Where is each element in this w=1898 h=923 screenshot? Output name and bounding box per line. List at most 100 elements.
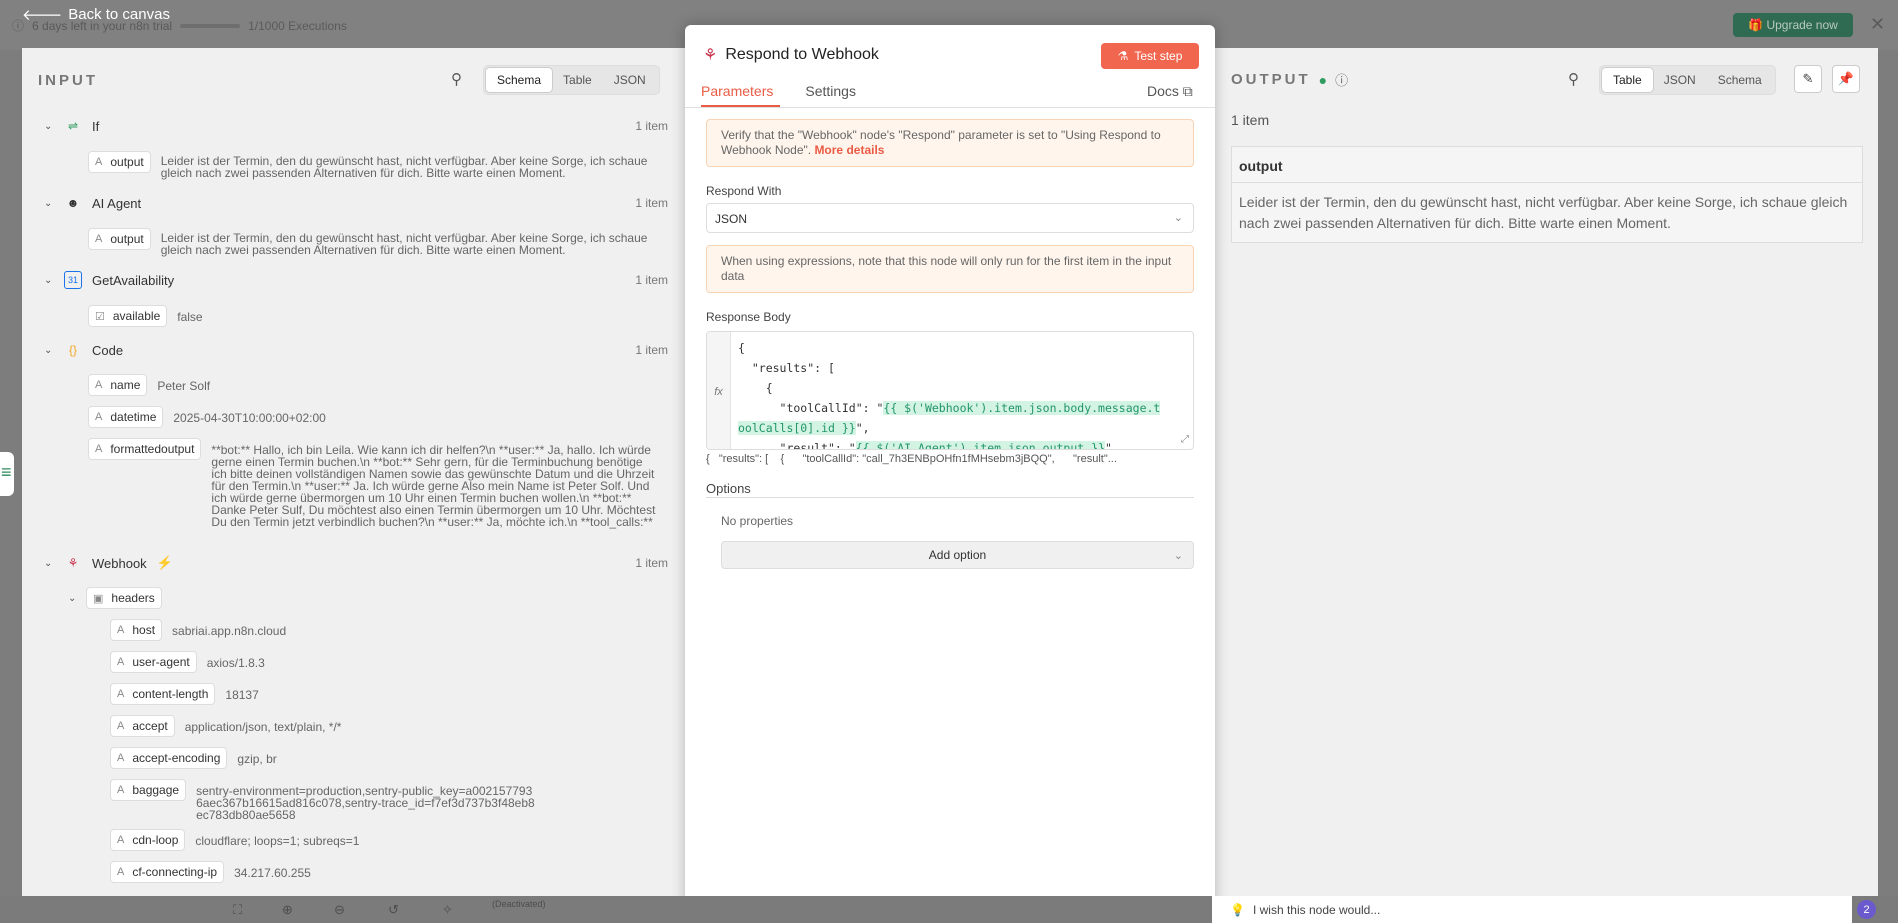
- close-icon[interactable]: ✕: [1870, 14, 1885, 35]
- webhook-icon: ⚘: [67, 556, 79, 570]
- field-pill[interactable]: Auser-agent: [110, 651, 197, 673]
- upgrade-button[interactable]: 🎁 Upgrade now: [1733, 13, 1853, 37]
- chevron-down-icon[interactable]: ⌄: [44, 121, 54, 132]
- node-title: ⚘ Respond to Webhook: [703, 46, 879, 64]
- arrow-left-icon: 🡐: [22, 7, 63, 24]
- options-label: Options: [706, 481, 751, 496]
- field-headers: ⌄ ▣ headers: [68, 587, 162, 609]
- node-getavailability[interactable]: ⌄ 31 GetAvailability 1 item: [44, 271, 668, 289]
- response-body-editor[interactable]: fx { "results": [ { "toolCallId": "{{ $(…: [706, 331, 1194, 450]
- param-tabs: Parameters Settings: [701, 83, 856, 99]
- node-if[interactable]: ⌄ ⇌ If 1 item: [44, 117, 668, 135]
- field-pill[interactable]: ▣ headers: [86, 587, 162, 609]
- field-pill[interactable]: Aoutput: [88, 228, 151, 250]
- field-available: ☑ available false: [88, 305, 203, 327]
- respond-with-select[interactable]: JSON ⌄: [706, 203, 1194, 233]
- chevron-down-icon[interactable]: ⌄: [68, 593, 78, 604]
- feedback-bar[interactable]: 💡 I wish this node would...: [1212, 896, 1852, 923]
- search-icon[interactable]: ⚲: [451, 70, 462, 88]
- docs-link[interactable]: Docs ⧉: [1147, 83, 1193, 100]
- fit-view-icon[interactable]: ⛶: [233, 902, 242, 918]
- tab-table[interactable]: Table: [552, 68, 603, 92]
- field-pill[interactable]: Aaccept-encoding: [110, 747, 228, 769]
- output-column-header: output: [1232, 147, 1862, 183]
- tab-json[interactable]: JSON: [1653, 68, 1707, 92]
- field-pill[interactable]: Aoutput: [88, 151, 151, 173]
- field-pill[interactable]: Aname: [88, 374, 148, 396]
- output-cell[interactable]: Leider ist der Termin, den du gewünscht …: [1232, 183, 1862, 242]
- checkbox-icon: ☑: [95, 310, 105, 323]
- node-ai-agent[interactable]: ⌄ ☻ AI Agent 1 item: [44, 194, 668, 212]
- field-pill[interactable]: Abaggage: [110, 779, 187, 801]
- zoom-in-icon[interactable]: ⊕: [282, 902, 293, 918]
- header-content-length: Acontent-length 18137: [110, 683, 259, 705]
- tab-settings[interactable]: Settings: [805, 83, 856, 99]
- output-header: OUTPUT ● ⓘ: [1231, 70, 1348, 89]
- executions-text: 1/1000 Executions: [248, 18, 347, 33]
- header-cf-connecting-ip: Acf-connecting-ip 34.217.60.255: [110, 861, 311, 883]
- header-accept-encoding: Aaccept-encoding gzip, br: [110, 747, 277, 769]
- notification-badge[interactable]: 2: [1857, 900, 1876, 919]
- node-code[interactable]: ⌄ {} Code 1 item: [44, 341, 668, 359]
- test-step-button[interactable]: ⚗ Test step: [1101, 43, 1199, 69]
- header-cdn-loop: Acdn-loop cloudflare; loops=1; subreqs=1: [110, 829, 359, 851]
- expression-preview: { "results": [ { "toolCallId": "call_7h3…: [706, 453, 1117, 465]
- zoom-out-icon[interactable]: ⊖: [334, 902, 345, 918]
- deactivated-label: (Deactivated): [492, 899, 546, 909]
- box-icon: ▣: [93, 592, 104, 605]
- expression-icon: fx: [707, 332, 731, 449]
- edit-icon[interactable]: ✎: [1794, 65, 1822, 93]
- respond-with-label: Respond With: [706, 184, 782, 198]
- field-pill[interactable]: Acf-connecting-ip: [110, 861, 225, 883]
- header-accept: Aaccept application/json, text/plain, */…: [110, 715, 341, 737]
- lightning-icon: ⚡: [156, 555, 173, 570]
- field-pill[interactable]: ☑ available: [88, 305, 168, 327]
- tab-table[interactable]: Table: [1602, 68, 1653, 92]
- chevron-down-icon: ⌄: [1173, 549, 1183, 562]
- field-pill[interactable]: Adatetime: [88, 406, 164, 428]
- pin-icon[interactable]: 📌: [1832, 65, 1860, 93]
- clean-icon[interactable]: ✧: [442, 902, 453, 918]
- expand-icon[interactable]: ⤢: [1181, 434, 1189, 445]
- respond-notice: Verify that the "Webhook" node's "Respon…: [706, 119, 1194, 167]
- code-icon: {}: [68, 343, 77, 357]
- more-details-link[interactable]: More details: [814, 143, 884, 157]
- tab-parameters[interactable]: Parameters: [701, 83, 773, 99]
- response-body-label: Response Body: [706, 310, 791, 324]
- canvas-node-edge: ≡: [0, 452, 14, 496]
- gift-icon: 🎁: [1748, 18, 1767, 32]
- field-pill[interactable]: Aaccept: [110, 715, 175, 737]
- field-pill[interactable]: Acdn-loop: [110, 829, 186, 851]
- external-link-icon: ⧉: [1182, 83, 1193, 99]
- field-pill[interactable]: Acontent-length: [110, 683, 216, 705]
- expressions-notice: When using expressions, note that this n…: [706, 245, 1194, 293]
- node-webhook[interactable]: ⌄ ⚘ Webhook ⚡ 1 item: [44, 554, 668, 572]
- options-divider: [706, 497, 1194, 498]
- chevron-down-icon[interactable]: ⌄: [44, 198, 54, 209]
- robot-icon: ☻: [66, 196, 80, 210]
- info-icon[interactable]: ⓘ: [1335, 70, 1348, 89]
- tab-schema[interactable]: Schema: [486, 68, 553, 92]
- active-tab-indicator: [701, 105, 780, 107]
- output-table: output Leider ist der Termin, den du gew…: [1231, 146, 1863, 243]
- tab-schema[interactable]: Schema: [1707, 68, 1773, 92]
- field-datetime: Adatetime 2025-04-30T10:00:00+02:00: [88, 406, 326, 428]
- input-view-tabs: Schema Table JSON: [483, 65, 660, 95]
- search-icon[interactable]: ⚲: [1568, 70, 1579, 88]
- executions-bar: [180, 23, 241, 28]
- header-baggage: Abaggage sentry-environment=production,s…: [110, 779, 550, 821]
- webhook-icon: ⚘: [703, 47, 718, 64]
- chevron-down-icon[interactable]: ⌄: [44, 345, 54, 356]
- field-pill[interactable]: Aformattedoutput: [88, 438, 202, 460]
- add-option-button[interactable]: Add option ⌄: [721, 541, 1194, 569]
- tab-json[interactable]: JSON: [603, 68, 657, 92]
- undo-icon[interactable]: ↺: [388, 902, 399, 918]
- field-pill[interactable]: Ahost: [110, 619, 163, 641]
- chevron-down-icon: ⌄: [1173, 212, 1183, 224]
- no-properties-text: No properties: [721, 514, 794, 528]
- chevron-down-icon[interactable]: ⌄: [44, 558, 54, 569]
- header-host: Ahost sabriai.app.n8n.cloud: [110, 619, 286, 641]
- chevron-down-icon[interactable]: ⌄: [44, 275, 54, 286]
- output-view-tabs: Table JSON Schema: [1599, 65, 1776, 95]
- back-to-canvas-link[interactable]: 🡐 Back to canvas: [22, 5, 170, 24]
